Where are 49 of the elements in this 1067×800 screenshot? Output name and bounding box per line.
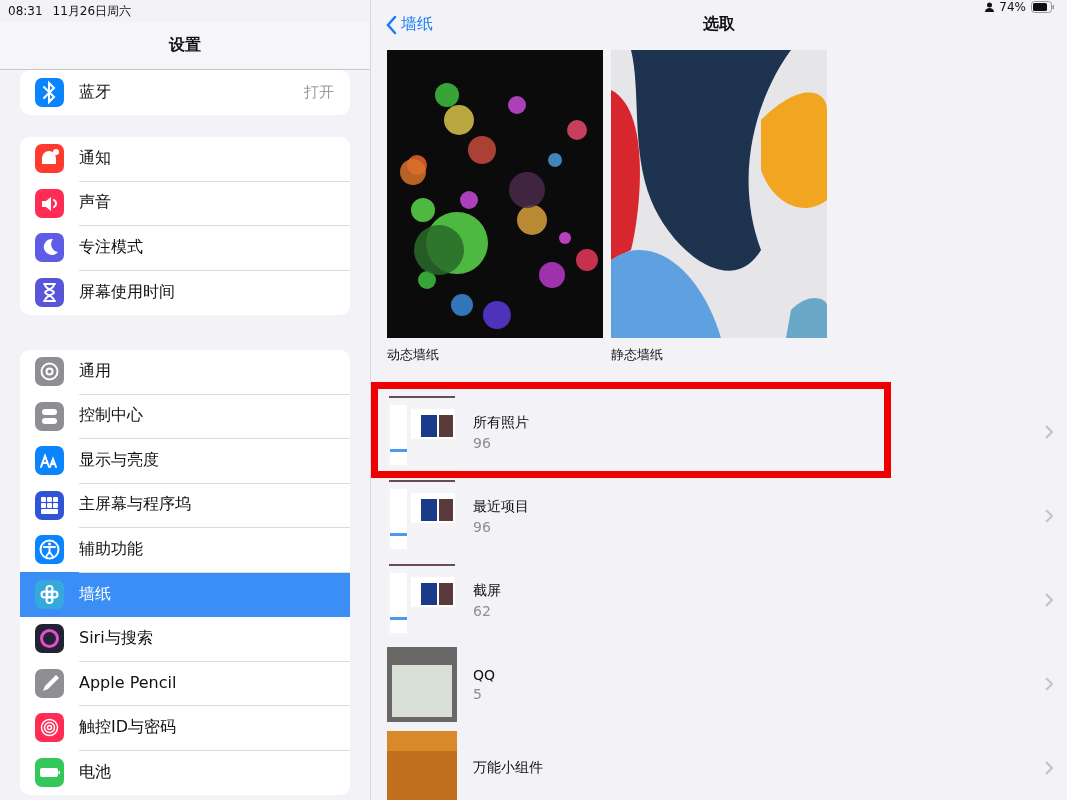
- album-count: 96: [473, 434, 492, 451]
- sidebar-item-label: 专注模式: [79, 236, 143, 258]
- person-icon: [985, 2, 995, 12]
- status-time: 08:31: [8, 4, 43, 18]
- photo-thumbnail: [387, 730, 457, 800]
- chevron-right-icon: [1045, 761, 1053, 775]
- battery-percent: 74%: [999, 0, 1026, 14]
- status-date: 11月26日周六: [52, 2, 132, 20]
- sidebar-item-label: 电池: [79, 761, 111, 783]
- sidebar-item-label: 控制中心: [79, 405, 143, 427]
- sidebar-item-label: 通知: [79, 147, 111, 169]
- album-count: 5: [473, 685, 483, 702]
- chevron-right-icon: [1045, 425, 1053, 439]
- sidebar-item-label: Apple Pencil: [79, 673, 177, 693]
- chevron-right-icon: [1045, 593, 1053, 607]
- sidebar-item-label: 显示与亮度: [79, 449, 159, 471]
- sidebar-item-label: 屏幕使用时间: [79, 281, 175, 303]
- wallpaper-label: 静态墙纸: [611, 346, 664, 364]
- sidebar-item-label: 蓝牙: [79, 81, 111, 103]
- sidebar-item-label: Siri与搜索: [79, 627, 153, 649]
- album-title: 所有照片: [473, 413, 530, 432]
- abstract-wallpaper-drawing[interactable]: [611, 50, 827, 338]
- wallpaper-label: 动态墙纸: [387, 346, 440, 364]
- sidebar-item-value: 打开: [304, 82, 334, 102]
- sidebar-item-label: 声音: [79, 192, 111, 214]
- sidebar-title: 设置: [169, 35, 201, 56]
- page-title: 选取: [703, 14, 735, 35]
- album-row[interactable]: 万能小组件: [371, 726, 1067, 800]
- sidebar-item-label: 通用: [79, 360, 111, 382]
- album-title: QQ: [473, 666, 497, 683]
- album-row[interactable]: QQ 5: [371, 642, 1067, 726]
- sidebar-item-label: 墙纸: [79, 583, 111, 605]
- album-row[interactable]: 所有照片 96: [371, 390, 1067, 474]
- chevron-right-icon: [1045, 509, 1053, 523]
- battery-icon: [1031, 1, 1055, 13]
- back-button[interactable]: 墙纸: [371, 14, 433, 35]
- album-title: 最近项目: [473, 497, 530, 516]
- sidebar-item-label: 辅助功能: [79, 538, 143, 560]
- sidebar-item-label: 主屏幕与程序坞: [79, 494, 191, 516]
- album-title: 截屏: [473, 581, 502, 600]
- album-count: 62: [473, 602, 492, 619]
- album-row[interactable]: 最近项目 96: [371, 474, 1067, 558]
- sidebar-item-label: 触控ID与密码: [79, 716, 177, 738]
- chevron-left-icon: [385, 14, 397, 35]
- album-row[interactable]: 截屏 62: [371, 558, 1067, 642]
- bokeh-wallpaper-drawing[interactable]: [387, 50, 603, 338]
- album-count: 96: [473, 518, 492, 535]
- chevron-right-icon: [1045, 677, 1053, 691]
- album-title: 万能小组件: [473, 759, 544, 777]
